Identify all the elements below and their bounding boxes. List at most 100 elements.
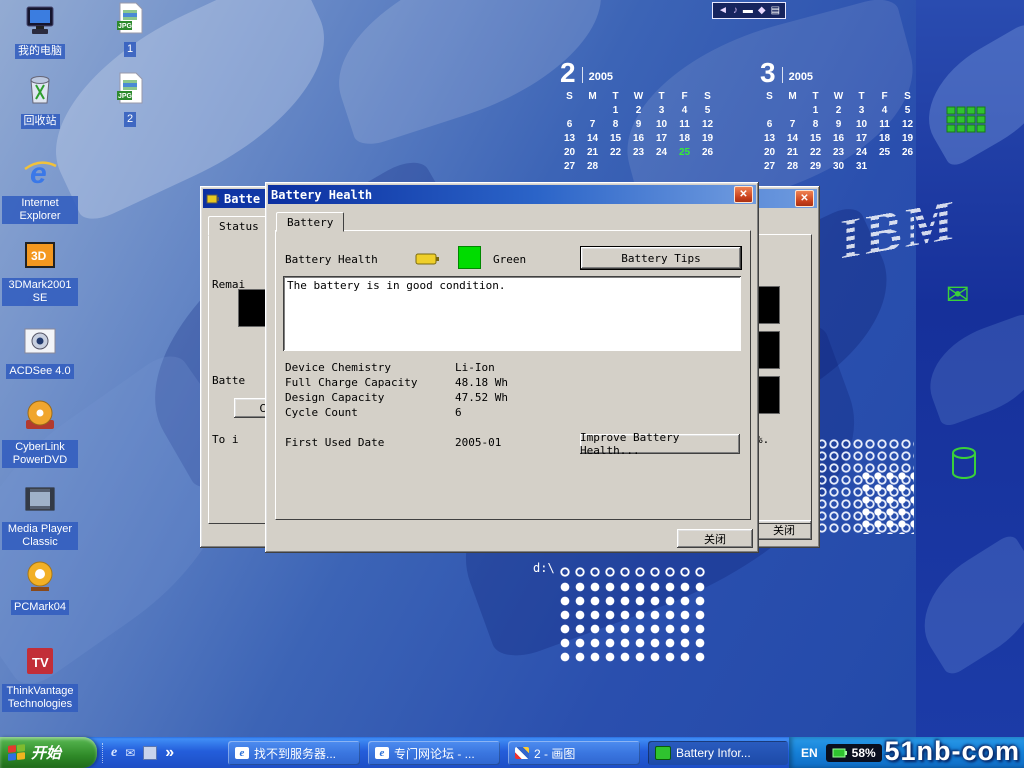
desktop-icon-acdsee[interactable]: ACDSee 4.0 bbox=[2, 326, 78, 379]
calendar-date: 24 bbox=[650, 146, 673, 160]
calendar-date: 4 bbox=[673, 104, 696, 118]
calendar-date bbox=[581, 104, 604, 118]
wallpaper-leaf bbox=[902, 532, 1024, 677]
desktop-icon-label: 1 bbox=[124, 42, 136, 57]
dots-pattern bbox=[860, 470, 914, 534]
calendar-date: 16 bbox=[827, 132, 850, 146]
calendar-date: 11 bbox=[673, 118, 696, 132]
calendar-month-number: 2 bbox=[560, 60, 576, 86]
desktop-icon-file-2[interactable]: JPG 2 bbox=[92, 72, 168, 127]
watermark: 51nb-com bbox=[884, 736, 1020, 767]
recycle-bin-icon bbox=[25, 72, 55, 111]
speaker-icon[interactable]: ♪ bbox=[733, 5, 738, 16]
calendar-date: 7 bbox=[581, 118, 604, 132]
3dmark-icon: 3D bbox=[23, 240, 57, 275]
calendar-date: 20 bbox=[758, 146, 781, 160]
start-button[interactable]: 开始 bbox=[0, 737, 97, 768]
calendar-date: 6 bbox=[558, 118, 581, 132]
calendar-date bbox=[873, 160, 896, 174]
calendar-date: 18 bbox=[673, 132, 696, 146]
quick-launch: e ✉ » bbox=[102, 740, 174, 765]
calendar-date: 20 bbox=[558, 146, 581, 160]
close-icon[interactable]: ✕ bbox=[795, 190, 814, 207]
task-label: 专门网论坛 - ... bbox=[394, 745, 475, 762]
calendar-date: 9 bbox=[827, 118, 850, 132]
display-icon[interactable]: ▬ bbox=[743, 5, 753, 16]
calendar-date bbox=[696, 160, 719, 174]
desktop-icon-label: ThinkVantage Technologies bbox=[2, 684, 78, 712]
calendar-date: 3 bbox=[650, 104, 673, 118]
calendar-date: 3 bbox=[850, 104, 873, 118]
desktop-icon-media-player-classic[interactable]: Media Player Classic bbox=[2, 484, 78, 550]
calendar-date: 16 bbox=[627, 132, 650, 146]
pcmark-icon bbox=[23, 560, 57, 597]
calendar-date: 12 bbox=[896, 118, 919, 132]
battery-health-dialog: Battery Health ✕ Battery Battery Health … bbox=[265, 182, 759, 553]
calendar-date: 24 bbox=[850, 146, 873, 160]
desktop-icon-internet-explorer[interactable]: e Internet Explorer bbox=[2, 156, 78, 224]
calendar-date: 28 bbox=[581, 160, 604, 174]
calendar-date: 10 bbox=[650, 118, 673, 132]
close-icon[interactable]: ✕ bbox=[734, 186, 753, 203]
keyboard-icon[interactable]: ▤ bbox=[771, 5, 780, 16]
internet-explorer-icon: e bbox=[375, 747, 389, 759]
calendar-march: 3 2005 SMTWTFS12345678910111213141516171… bbox=[758, 56, 928, 174]
desktop-icon-thinkvantage[interactable]: TV ThinkVantage Technologies bbox=[2, 646, 78, 712]
media-player-icon bbox=[23, 484, 57, 519]
chevron-double-icon[interactable]: » bbox=[165, 744, 174, 762]
divider bbox=[782, 67, 783, 83]
calendar-date: 19 bbox=[896, 132, 919, 146]
tab-status[interactable]: Status bbox=[208, 216, 270, 236]
taskbar-task-forum[interactable]: e 专门网论坛 - ... bbox=[368, 741, 500, 765]
calendar-date: 1 bbox=[604, 104, 627, 118]
desktop-icon-file-1[interactable]: JPG 1 bbox=[92, 2, 168, 57]
tab-battery[interactable]: Battery bbox=[276, 212, 344, 232]
calendar-date: 31 bbox=[850, 160, 873, 174]
desktop-icon-label: 回收站 bbox=[21, 114, 60, 129]
media-player-icon[interactable] bbox=[143, 746, 157, 760]
internet-explorer-icon: e bbox=[23, 156, 57, 193]
calendar-date: 1 bbox=[804, 104, 827, 118]
task-label: 2 - 画图 bbox=[534, 745, 575, 762]
desktop-icon-recycle-bin[interactable]: 回收站 bbox=[2, 72, 78, 129]
battery-health-titlebar[interactable]: Battery Health ✕ bbox=[268, 185, 756, 204]
jpg-file-icon: JPG bbox=[115, 72, 145, 109]
window-title: Batte bbox=[224, 192, 260, 206]
calendar-year: 2005 bbox=[789, 71, 813, 83]
desktop-icon-3dmark2001[interactable]: 3D 3DMark2001 SE bbox=[2, 240, 78, 306]
taskbar-task-paint[interactable]: 2 - 画图 bbox=[508, 741, 640, 765]
desktop-icon-label: 2 bbox=[124, 112, 136, 127]
drive-label: d:\ bbox=[533, 561, 555, 575]
calendar-day-header: M bbox=[581, 90, 604, 104]
internet-explorer-icon[interactable]: e bbox=[111, 745, 117, 761]
database-cylinder-icon bbox=[950, 446, 978, 482]
brightness-icon[interactable]: ◆ bbox=[758, 5, 766, 16]
language-indicator[interactable]: EN bbox=[801, 746, 818, 760]
taskbar-task-battery-information[interactable]: Battery Infor... bbox=[648, 741, 788, 765]
mail-icon[interactable]: ✉ bbox=[125, 746, 135, 760]
desktop-icon-label: 3DMark2001 SE bbox=[2, 278, 78, 306]
close-button[interactable]: 关闭 bbox=[677, 529, 753, 548]
calendar-date: 7 bbox=[781, 118, 804, 132]
floating-toolbar[interactable]: ◄ ♪ ▬ ◆ ▤ bbox=[712, 2, 786, 19]
jpg-file-icon: JPG bbox=[115, 2, 145, 39]
calendar-day-header: T bbox=[804, 90, 827, 104]
svg-text:TV: TV bbox=[32, 655, 49, 670]
desktop-icon-pcmark04[interactable]: PCMark04 bbox=[2, 560, 78, 615]
task-label: 找不到服务器... bbox=[254, 745, 336, 762]
battery-percent: 58% bbox=[852, 746, 876, 760]
windows-flag-icon bbox=[8, 744, 25, 761]
desktop-icon-my-computer[interactable]: 我的电脑 bbox=[2, 6, 78, 59]
battery-tray-indicator[interactable]: 58% bbox=[826, 744, 882, 762]
calendar-date: 2 bbox=[827, 104, 850, 118]
desktop-icon-label: Media Player Classic bbox=[2, 522, 78, 550]
desktop-icon-powerdvd[interactable]: CyberLink PowerDVD bbox=[2, 400, 78, 468]
calendar-day-header: T bbox=[850, 90, 873, 104]
calendar-date bbox=[896, 160, 919, 174]
battery-icon bbox=[832, 748, 848, 758]
calendar-day-header: W bbox=[627, 90, 650, 104]
arrow-icon[interactable]: ◄ bbox=[718, 5, 728, 16]
desktop-icon-label: CyberLink PowerDVD bbox=[2, 440, 78, 468]
taskbar-task-server-not-found[interactable]: e 找不到服务器... bbox=[228, 741, 360, 765]
mail-icon: ✉ bbox=[946, 278, 969, 311]
